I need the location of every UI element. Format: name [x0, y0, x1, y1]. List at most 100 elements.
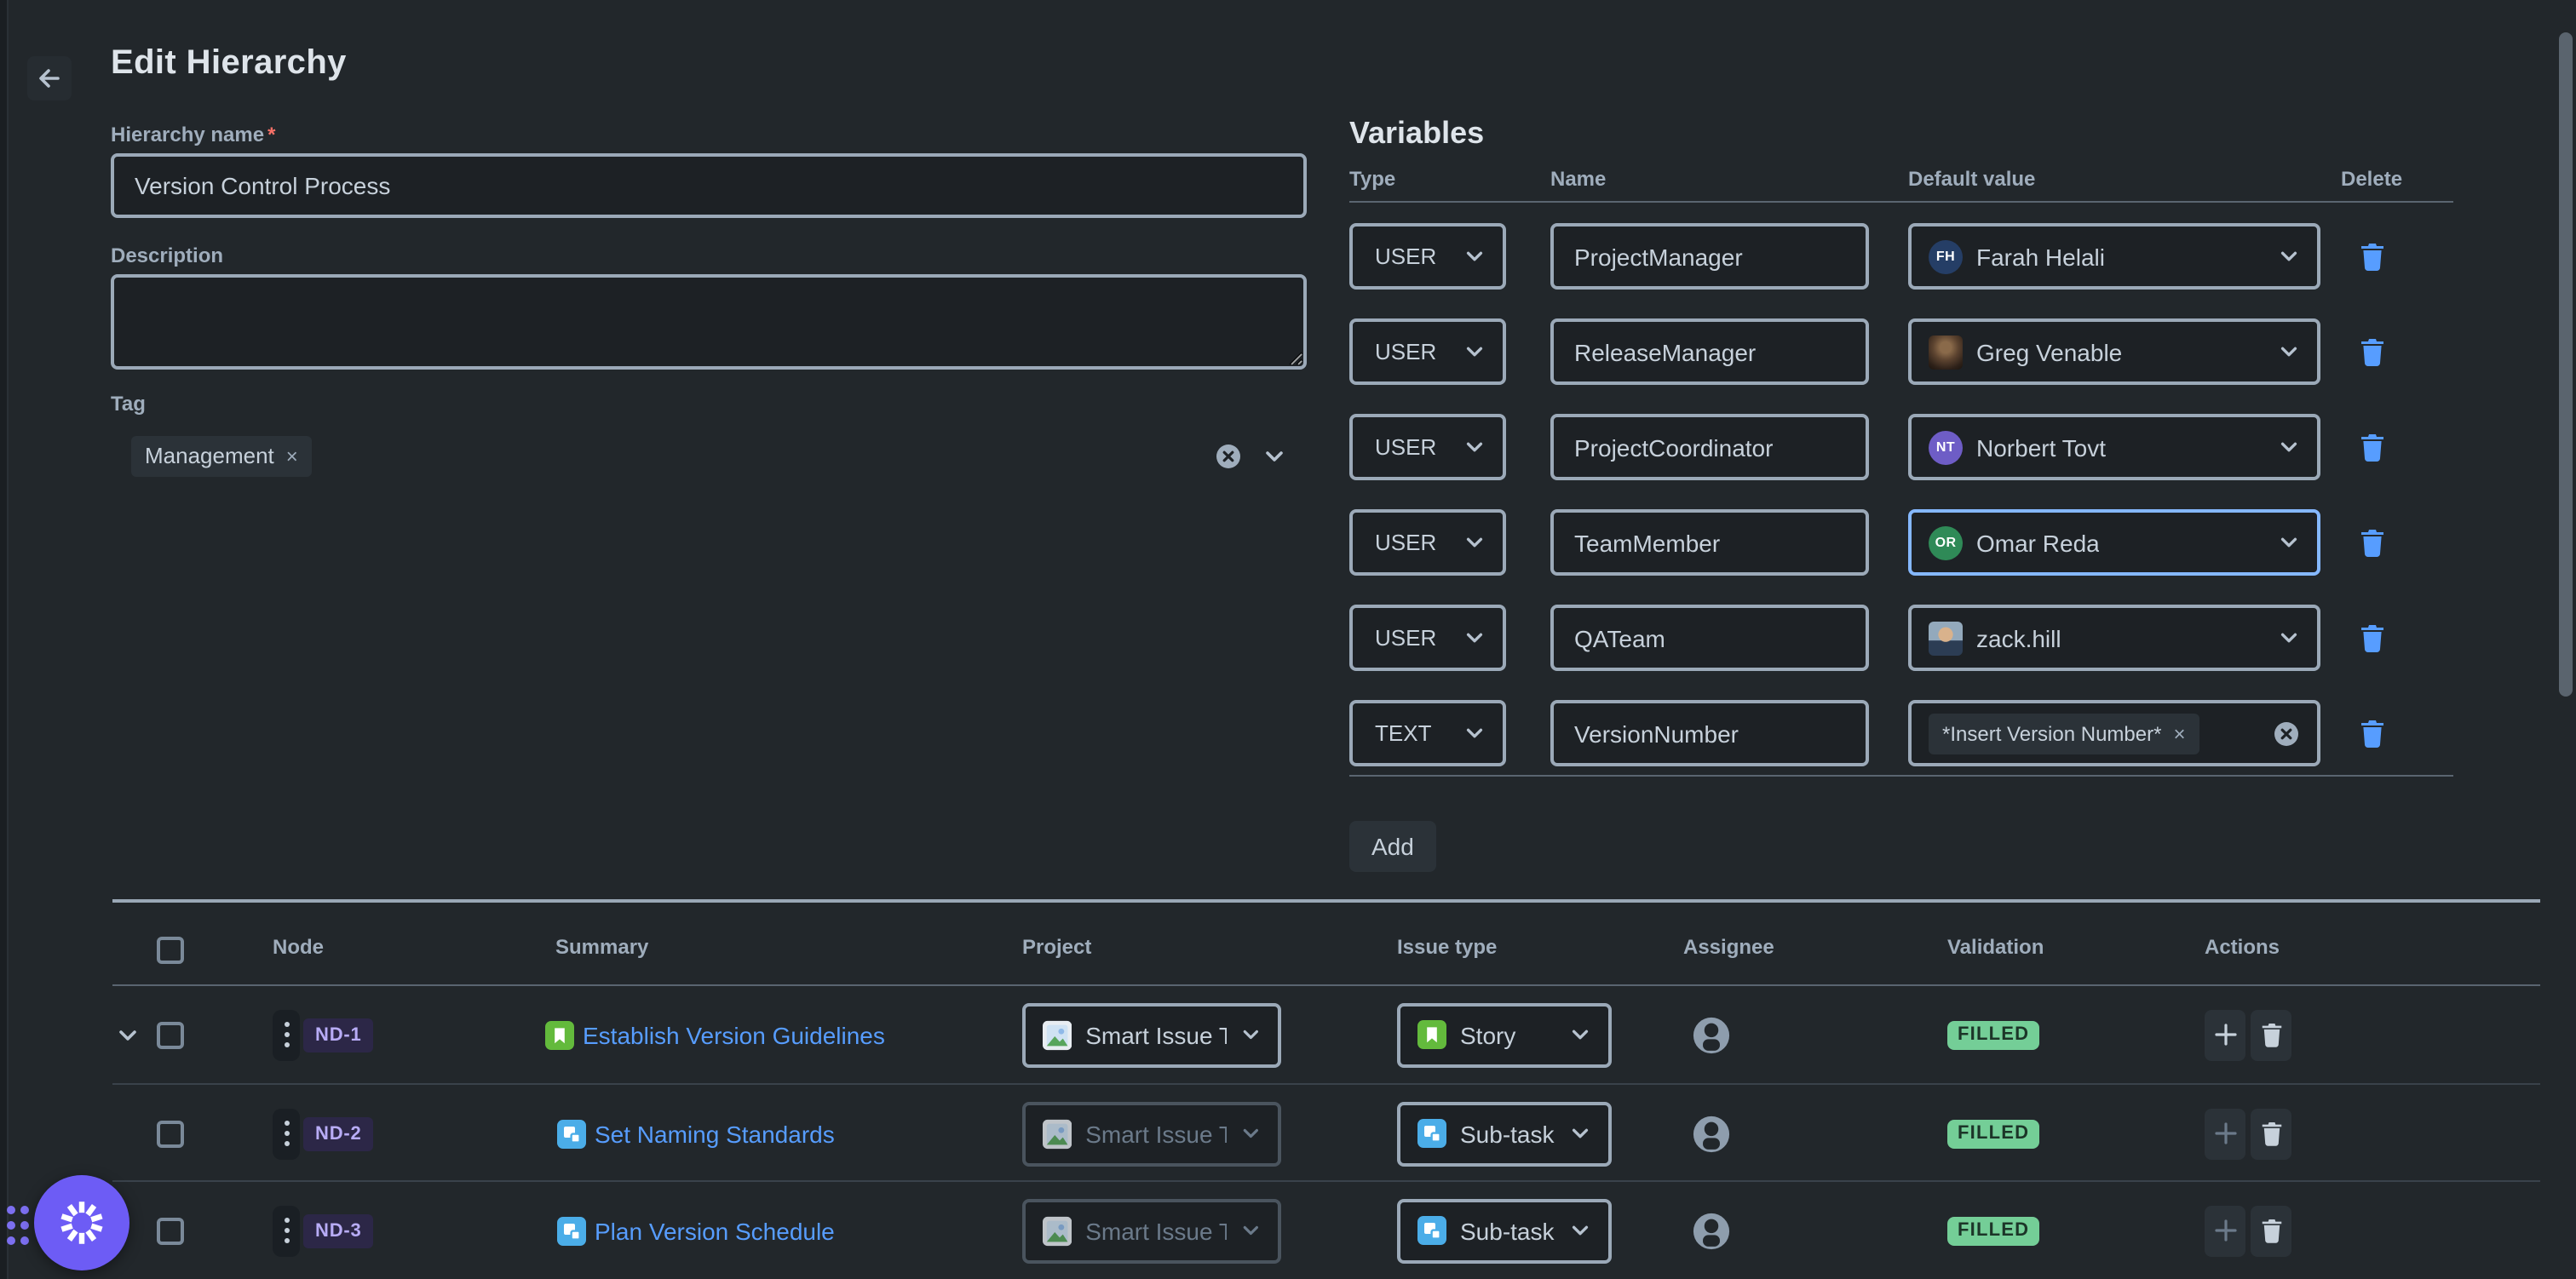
delete-variable-button[interactable] [2348, 232, 2395, 279]
variable-name-input[interactable] [1550, 605, 1869, 671]
assignee-avatar-icon[interactable] [1692, 1015, 1731, 1054]
chevron-down-icon [1463, 341, 1486, 363]
chevron-down-icon [1463, 627, 1486, 649]
delete-node-button[interactable] [2251, 1108, 2291, 1159]
chevron-down-icon[interactable] [1262, 444, 1286, 467]
summary-link[interactable]: Establish Version Guidelines [583, 1021, 885, 1048]
assistant-fab-button[interactable] [34, 1175, 129, 1270]
variable-default-select-focused[interactable]: OR Omar Reda [1908, 509, 2320, 576]
variable-name-input[interactable] [1550, 318, 1869, 385]
delete-node-button[interactable] [2251, 1009, 2291, 1060]
delete-variable-button[interactable] [2348, 613, 2395, 661]
variable-row: USER FH Farah Helali [1349, 223, 2453, 290]
variable-default-select[interactable]: FH Farah Helali [1908, 223, 2320, 290]
col-issue-type-label: Issue type [1397, 935, 1497, 959]
variable-default-select[interactable]: NT Norbert Tovt [1908, 414, 2320, 480]
trash-icon [2359, 622, 2384, 651]
table-row: ND-2 Set Naming Standards Smart Issue T [0, 1085, 2576, 1182]
delete-node-button[interactable] [2251, 1205, 2291, 1256]
chevron-down-icon [2278, 627, 2300, 649]
chevron-down-icon [1239, 1024, 1261, 1046]
chevron-down-icon [1463, 531, 1486, 553]
summary-link[interactable]: Plan Version Schedule [595, 1217, 835, 1244]
summary-link[interactable]: Set Naming Standards [595, 1120, 835, 1147]
default-value: Farah Helali [1976, 243, 2105, 270]
plus-icon [2214, 1122, 2236, 1144]
row-checkbox[interactable] [157, 1120, 184, 1147]
delete-variable-button[interactable] [2348, 518, 2395, 565]
type-value: TEXT [1375, 720, 1431, 746]
chevron-down-icon [2278, 245, 2300, 267]
vertical-scrollbar-thumb[interactable] [2559, 32, 2573, 697]
add-child-node-button[interactable] [2205, 1009, 2245, 1060]
row-checkbox[interactable] [157, 1021, 184, 1048]
col-summary-label: Summary [555, 935, 648, 959]
variable-name-input[interactable] [1550, 700, 1869, 766]
collapse-row-icon[interactable] [116, 1023, 140, 1047]
variable-type-select[interactable]: USER [1349, 605, 1506, 671]
variable-name-input[interactable] [1550, 223, 1869, 290]
clear-icon[interactable] [2273, 720, 2300, 747]
variables-title: Variables [1349, 116, 1484, 152]
type-value: USER [1375, 244, 1436, 269]
drag-handle[interactable] [273, 1108, 300, 1159]
variable-row: USER Greg Venable [1349, 318, 2453, 385]
project-value: Smart Issue T [1085, 1217, 1226, 1244]
variable-type-select[interactable]: TEXT [1349, 700, 1506, 766]
hierarchy-name-input[interactable] [111, 153, 1307, 218]
project-value: Smart Issue T [1085, 1021, 1226, 1048]
issue-type-select[interactable]: Story [1397, 1002, 1612, 1067]
tag-select[interactable]: Management × [111, 422, 1307, 489]
validation-badge: FILLED [1947, 1119, 2039, 1148]
assignee-avatar-icon[interactable] [1692, 1114, 1731, 1153]
col-default-label: Default value [1908, 167, 2035, 191]
project-select[interactable]: Smart Issue T [1022, 1002, 1281, 1067]
back-button[interactable] [27, 56, 72, 100]
variable-name-input[interactable] [1550, 414, 1869, 480]
default-value: Omar Reda [1976, 529, 2100, 556]
delete-variable-button[interactable] [2348, 327, 2395, 375]
col-assignee-label: Assignee [1683, 935, 1774, 959]
table-row: ND-3 Plan Version Schedule Smart Issue T [0, 1182, 2576, 1279]
chip-remove-icon[interactable]: × [2173, 721, 2185, 745]
dock-drag-dots[interactable] [7, 1206, 29, 1245]
chip-remove-icon[interactable]: × [286, 444, 298, 467]
delete-variable-button[interactable] [2348, 708, 2395, 756]
select-all-checkbox[interactable] [157, 937, 184, 964]
variable-type-select[interactable]: USER [1349, 509, 1506, 576]
page-title: Edit Hierarchy [111, 44, 347, 83]
node-badge: ND-1 [303, 1018, 374, 1052]
spark-burst-icon [58, 1199, 106, 1247]
clear-icon[interactable] [1215, 442, 1242, 469]
subtask-icon [557, 1216, 586, 1245]
variable-default-text-field[interactable]: *Insert Version Number* × [1908, 700, 2320, 766]
trash-icon [2359, 432, 2384, 461]
variable-default-select[interactable]: zack.hill [1908, 605, 2320, 671]
add-variable-button[interactable]: Add [1349, 821, 1436, 872]
variable-type-select[interactable]: USER [1349, 318, 1506, 385]
type-value: USER [1375, 625, 1436, 651]
variable-type-select[interactable]: USER [1349, 414, 1506, 480]
issue-type-select[interactable]: Sub-task [1397, 1198, 1612, 1263]
chevron-down-icon [1569, 1219, 1591, 1242]
trash-icon [2260, 1022, 2282, 1047]
assignee-avatar-icon[interactable] [1692, 1211, 1731, 1250]
col-actions-label: Actions [2205, 935, 2280, 959]
row-checkbox[interactable] [157, 1217, 184, 1244]
variable-type-select[interactable]: USER [1349, 223, 1506, 290]
drag-handle[interactable] [273, 1009, 300, 1060]
trash-icon [2260, 1121, 2282, 1146]
avatar: FH [1929, 239, 1963, 273]
chevron-down-icon [1463, 436, 1486, 458]
tag-label: Tag [111, 392, 146, 416]
col-name-label: Name [1550, 167, 1606, 191]
variable-name-input[interactable] [1550, 509, 1869, 576]
description-textarea[interactable] [111, 274, 1307, 370]
issue-type-select[interactable]: Sub-task [1397, 1101, 1612, 1166]
hierarchy-name-label: Hierarchy name* [111, 123, 275, 146]
variable-default-select[interactable]: Greg Venable [1908, 318, 2320, 385]
variables-header-divider [1349, 201, 2453, 203]
default-value-chip: *Insert Version Number* × [1929, 713, 2199, 754]
delete-variable-button[interactable] [2348, 422, 2395, 470]
drag-handle[interactable] [273, 1205, 300, 1256]
